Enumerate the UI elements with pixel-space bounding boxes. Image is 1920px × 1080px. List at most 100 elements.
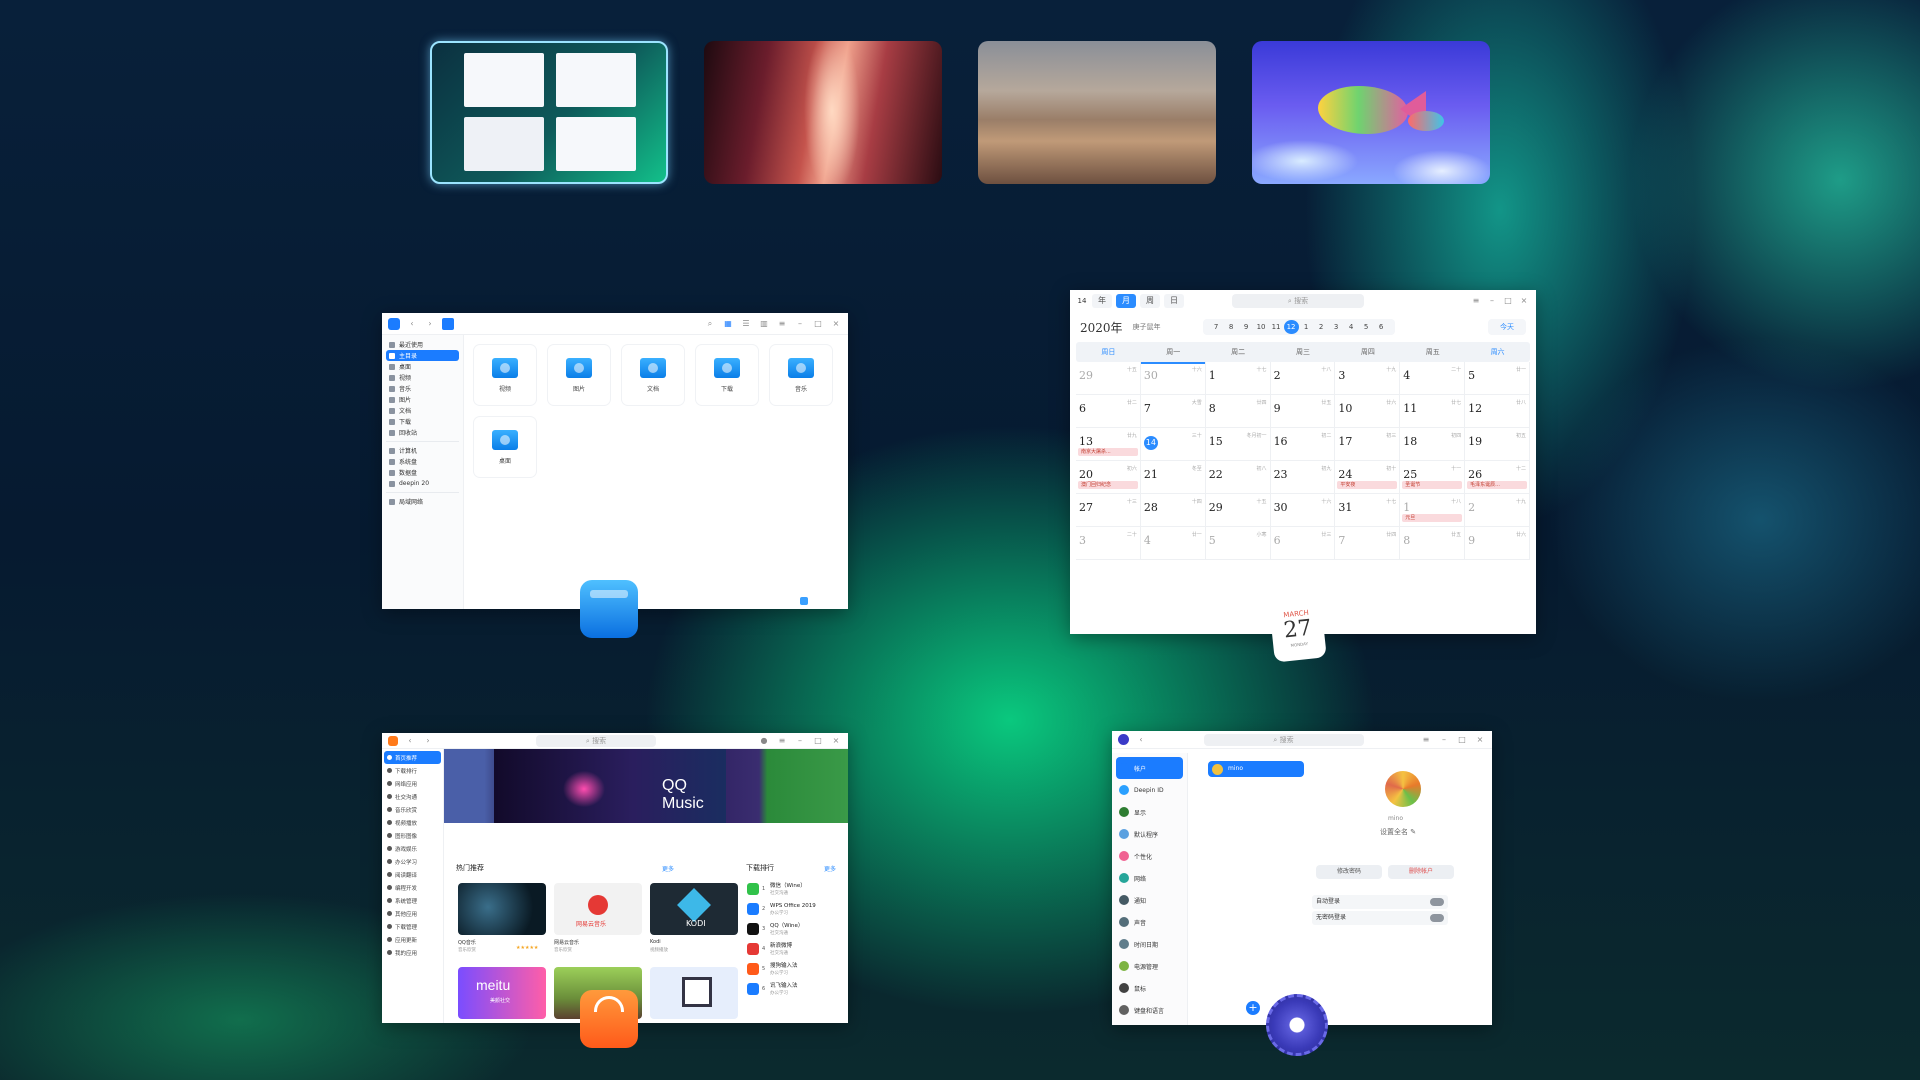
month-item[interactable]: 3 bbox=[1329, 320, 1344, 334]
day-cell[interactable]: 3 二十 bbox=[1076, 527, 1141, 560]
banner-carousel[interactable]: QQ Music bbox=[444, 749, 848, 823]
sidebar-item[interactable]: 网络 bbox=[1116, 867, 1183, 889]
sidebar-item[interactable]: 网络应用 bbox=[384, 777, 441, 790]
day-cell[interactable]: 29 十五 bbox=[1076, 362, 1141, 395]
control-center-window[interactable]: ‹ ⌕ 搜索 ≡ – □ × 帐户 Deepin ID 显示 默认程序 个性化 网络 通知声… bbox=[1112, 731, 1492, 1025]
forward-icon[interactable]: › bbox=[424, 318, 436, 330]
folder-videos[interactable]: 视频 bbox=[474, 345, 536, 405]
sidebar-item[interactable]: 时间日期 bbox=[1116, 933, 1183, 955]
search-input[interactable]: ⌕ 搜索 bbox=[1232, 294, 1364, 308]
day-cell[interactable]: 9 廿六 bbox=[1465, 527, 1530, 560]
day-cell[interactable]: 29 十五 bbox=[1205, 494, 1271, 527]
close-icon[interactable]: × bbox=[1518, 295, 1530, 307]
day-cell[interactable]: 23 初九 bbox=[1270, 461, 1336, 494]
banner-slide[interactable]: QQ Music bbox=[494, 749, 726, 823]
day-cell[interactable]: 7 廿四 bbox=[1335, 527, 1401, 560]
sidebar-item[interactable]: Deepin ID bbox=[1116, 779, 1183, 801]
sidebar-item[interactable]: 音乐欣赏 bbox=[384, 803, 441, 816]
sidebar-item[interactable]: 首页推荐 bbox=[384, 751, 441, 764]
sidebar-item[interactable]: 应用更新 bbox=[384, 933, 441, 946]
day-cell[interactable]: 6 廿二 bbox=[1076, 395, 1141, 428]
sidebar-item[interactable]: 游戏娱乐 bbox=[384, 842, 441, 855]
day-cell[interactable]: 15 冬月初一 bbox=[1205, 428, 1271, 461]
zoom-slider-handle[interactable] bbox=[800, 597, 808, 605]
day-cell[interactable]: 8 廿五 bbox=[1400, 527, 1466, 560]
day-cell[interactable]: 8 廿四 bbox=[1205, 395, 1271, 428]
folder-music[interactable]: 音乐 bbox=[770, 345, 832, 405]
sidebar-item[interactable]: 社交沟通 bbox=[384, 790, 441, 803]
minimize-icon[interactable]: – bbox=[1438, 734, 1450, 746]
search-input[interactable]: ⌕ 搜索 bbox=[1203, 733, 1364, 746]
sidebar-item[interactable]: 显示 bbox=[1116, 801, 1183, 823]
sidebar-item-network[interactable]: 局域网络 bbox=[386, 496, 459, 507]
day-cell[interactable]: 16 初二 bbox=[1270, 428, 1336, 461]
sidebar-item[interactable]: 办公学习 bbox=[384, 855, 441, 868]
month-item[interactable]: 11 bbox=[1269, 320, 1284, 334]
sidebar-item[interactable]: 个性化 bbox=[1116, 845, 1183, 867]
sidebar-item[interactable]: 系统管理 bbox=[384, 894, 441, 907]
rank-item[interactable]: 5 搜狗输入法 办公学习 bbox=[747, 959, 837, 979]
rank-item[interactable]: 3 QQ（Wine） 社交沟通 bbox=[747, 919, 837, 939]
day-cell[interactable]: 18 初四 bbox=[1400, 428, 1466, 461]
event-chip[interactable]: 澳门回归纪念 bbox=[1078, 481, 1138, 489]
sidebar-item-system-disk[interactable]: 系统盘 bbox=[386, 456, 459, 467]
day-cell[interactable]: 31 十七 bbox=[1335, 494, 1401, 527]
day-cell[interactable]: 30 十六 bbox=[1140, 362, 1206, 395]
add-user-button[interactable]: + bbox=[1246, 1001, 1260, 1015]
rank-more-link[interactable]: 更多 bbox=[824, 864, 836, 873]
sidebar-item[interactable]: 下载管理 bbox=[384, 920, 441, 933]
workspace-3-thumbnail[interactable] bbox=[978, 41, 1216, 184]
day-cell[interactable]: 10 廿六 bbox=[1335, 395, 1401, 428]
day-cell[interactable]: 2 十八 bbox=[1270, 362, 1336, 395]
back-icon[interactable]: ‹ bbox=[1135, 734, 1147, 746]
sidebar-item[interactable]: 编程开发 bbox=[384, 881, 441, 894]
delete-account-button[interactable]: 删除帐户 bbox=[1388, 865, 1454, 879]
sidebar-item-computer[interactable]: 计算机 bbox=[386, 445, 459, 456]
meitu-card[interactable]: meitu 美颜社交 bbox=[458, 967, 546, 1019]
day-cell[interactable]: 30 十六 bbox=[1270, 494, 1336, 527]
sidebar-item-downloads[interactable]: 下载 bbox=[386, 416, 459, 427]
day-cell[interactable]: 22 初八 bbox=[1205, 461, 1271, 494]
event-chip[interactable]: 平安夜 bbox=[1337, 481, 1398, 489]
forward-icon[interactable]: › bbox=[422, 735, 434, 747]
nopassword-toggle[interactable] bbox=[1430, 914, 1444, 922]
maximize-icon[interactable]: □ bbox=[1456, 734, 1468, 746]
month-item[interactable]: 5 bbox=[1359, 320, 1374, 334]
sidebar-item[interactable]: 下载排行 bbox=[384, 764, 441, 777]
sidebar-item-documents[interactable]: 文档 bbox=[386, 405, 459, 416]
sidebar-item[interactable]: 鼠标 bbox=[1116, 977, 1183, 999]
sidebar-item[interactable]: 阅读翻译 bbox=[384, 868, 441, 881]
menu-icon[interactable]: ≡ bbox=[1470, 295, 1482, 307]
rank-item[interactable]: 1 微信（Wine） 社交沟通 bbox=[747, 879, 837, 899]
month-item[interactable]: 2 bbox=[1314, 320, 1329, 334]
kodi-card[interactable]: KODI bbox=[650, 883, 738, 935]
back-icon[interactable]: ‹ bbox=[404, 735, 416, 747]
search-icon[interactable]: ⌕ bbox=[704, 318, 716, 330]
day-cell[interactable]: 27 十三 bbox=[1076, 494, 1141, 527]
detail-view-icon[interactable]: ▥ bbox=[758, 318, 770, 330]
day-cell[interactable]: 7 大雪 bbox=[1140, 395, 1206, 428]
rank-item[interactable]: 2 WPS Office 2019 办公学习 bbox=[747, 899, 837, 919]
day-cell[interactable]: 21 冬至 bbox=[1140, 461, 1206, 494]
sidebar-item[interactable]: 键盘和语言 bbox=[1116, 999, 1183, 1021]
workspace-1-thumbnail[interactable] bbox=[430, 41, 668, 184]
calendar-window[interactable]: 14 年 月 周 日 ⌕ 搜索 ≡ – □ × 2020年 庚子鼠年 7 8 9 10… bbox=[1070, 290, 1536, 634]
sidebar-item-home[interactable]: 主目录 bbox=[386, 350, 459, 361]
sidebar-item[interactable]: 图形图像 bbox=[384, 829, 441, 842]
hot-more-link[interactable]: 更多 bbox=[662, 864, 674, 873]
day-cell[interactable]: 4 二十 bbox=[1400, 362, 1466, 395]
sidebar-item-recent[interactable]: 最近使用 bbox=[386, 339, 459, 350]
day-cell[interactable]: 14 三十 bbox=[1140, 428, 1206, 461]
day-cell[interactable]: 5 小寒 bbox=[1205, 527, 1271, 560]
day-cell[interactable]: 1 十七 bbox=[1205, 362, 1271, 395]
month-item[interactable]: 8 bbox=[1224, 320, 1239, 334]
month-item[interactable]: 7 bbox=[1209, 320, 1224, 334]
day-cell[interactable]: 2 十九 bbox=[1465, 494, 1530, 527]
workspace-4-thumbnail[interactable] bbox=[1252, 41, 1490, 184]
day-cell[interactable]: 13 廿九 南京大屠杀... bbox=[1076, 428, 1141, 461]
month-item[interactable]: 9 bbox=[1239, 320, 1254, 334]
rank-item[interactable]: 6 讯飞输入法 办公学习 bbox=[747, 979, 837, 999]
change-password-button[interactable]: 修改密码 bbox=[1316, 865, 1382, 879]
search-input[interactable]: ⌕ 搜索 bbox=[536, 734, 656, 747]
day-cell[interactable]: 25 十一 圣诞节 bbox=[1400, 461, 1466, 494]
